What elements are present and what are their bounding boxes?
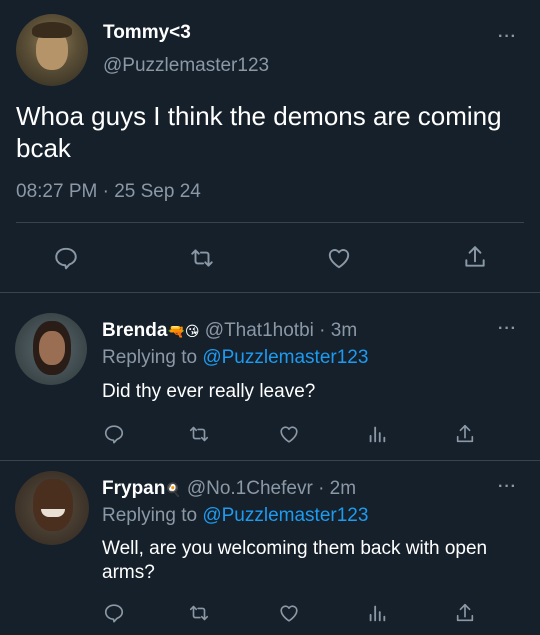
heart-icon[interactable] bbox=[277, 602, 301, 624]
more-options-icon[interactable]: ··· bbox=[498, 478, 517, 496]
tweet-time: 08:27 PM bbox=[16, 181, 98, 202]
reply-header: Brenda🔫😘 @That1hotbi · 3m bbox=[102, 320, 357, 342]
handle[interactable]: @That1hotbi bbox=[205, 320, 314, 341]
more-options-icon[interactable]: ··· bbox=[498, 28, 517, 46]
reply-text: Did thy ever really leave? bbox=[102, 381, 316, 402]
replying-to-label: Replying to bbox=[102, 347, 198, 368]
divider bbox=[16, 222, 524, 223]
display-name[interactable]: Frypan bbox=[102, 478, 165, 499]
share-icon[interactable] bbox=[462, 243, 488, 271]
divider bbox=[0, 460, 540, 461]
analytics-icon[interactable] bbox=[366, 602, 388, 624]
handle[interactable]: @Puzzlemaster123 bbox=[103, 55, 269, 77]
analytics-icon[interactable] bbox=[366, 423, 388, 445]
reply-icon[interactable] bbox=[53, 245, 79, 271]
retweet-icon[interactable] bbox=[187, 423, 211, 445]
avatar[interactable] bbox=[16, 14, 88, 86]
more-options-icon[interactable]: ··· bbox=[498, 320, 517, 338]
reply-icon[interactable] bbox=[103, 602, 125, 624]
reply-time[interactable]: 2m bbox=[330, 478, 356, 499]
tweet-timestamp[interactable]: 08:27 PM · 25 Sep 24 bbox=[16, 181, 201, 203]
heart-icon[interactable] bbox=[325, 245, 353, 271]
share-icon[interactable] bbox=[454, 422, 476, 446]
emoji: 🍳 bbox=[165, 482, 182, 497]
separator: · bbox=[319, 320, 326, 341]
reply-icon[interactable] bbox=[103, 423, 125, 445]
tweet-text: Whoa guys I think the demons are coming … bbox=[16, 101, 502, 163]
reply-time[interactable]: 3m bbox=[331, 320, 357, 341]
display-name[interactable]: Tommy<3 bbox=[103, 22, 191, 44]
tweet-date: 25 Sep 24 bbox=[114, 181, 201, 202]
replying-to: Replying to @Puzzlemaster123 bbox=[102, 347, 368, 369]
heart-icon[interactable] bbox=[277, 423, 301, 445]
reply-text: Well, are you welcoming them back with o… bbox=[102, 538, 488, 583]
handle[interactable]: @No.1Chefevr bbox=[187, 478, 313, 499]
divider bbox=[0, 292, 540, 293]
retweet-icon[interactable] bbox=[188, 245, 216, 271]
display-name[interactable]: Brenda bbox=[102, 320, 167, 341]
replying-to-link[interactable]: @Puzzlemaster123 bbox=[202, 505, 368, 526]
separator: · bbox=[318, 478, 325, 499]
avatar[interactable] bbox=[15, 313, 87, 385]
replying-to: Replying to @Puzzlemaster123 bbox=[102, 505, 368, 527]
replying-to-link[interactable]: @Puzzlemaster123 bbox=[202, 347, 368, 368]
replying-to-label: Replying to bbox=[102, 505, 198, 526]
share-icon[interactable] bbox=[454, 601, 476, 625]
avatar[interactable] bbox=[15, 471, 89, 545]
reply-header: Frypan🍳 @No.1Chefevr · 2m bbox=[102, 478, 356, 500]
retweet-icon[interactable] bbox=[187, 602, 211, 624]
emoji: 🔫😘 bbox=[167, 323, 200, 339]
separator: · bbox=[102, 181, 109, 202]
